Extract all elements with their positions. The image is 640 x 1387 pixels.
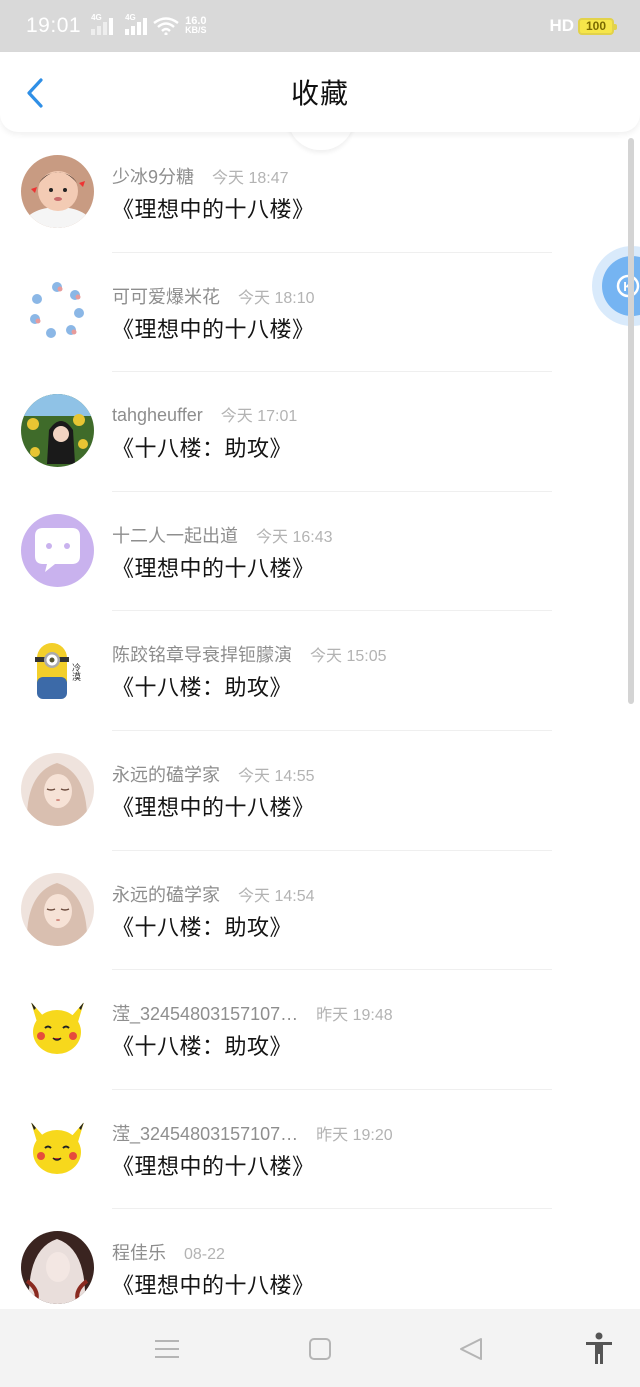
avatar[interactable]: 冷漠	[21, 633, 94, 707]
status-time: 19:01	[26, 14, 82, 37]
list-item[interactable]: 滢_32454803157107… 昨天 19:20 《理想中的十八楼》	[0, 1090, 640, 1210]
back-icon	[460, 1338, 482, 1360]
baby-photo-avatar	[21, 155, 94, 228]
status-right: HD 100	[549, 16, 617, 36]
pikachu-avatar	[21, 1111, 94, 1185]
list-item[interactable]: 少冰9分糖 今天 18:47 《理想中的十八楼》	[0, 133, 640, 253]
item-author: 滢_32454803157107…	[112, 1123, 299, 1144]
avatar[interactable]	[21, 155, 94, 228]
item-author: 程佳乐	[112, 1243, 166, 1264]
item-time: 08-22	[184, 1246, 225, 1264]
avatar[interactable]	[21, 1111, 94, 1185]
list-item[interactable]: 十二人一起出道 今天 16:43 《理想中的十八楼》	[0, 492, 640, 612]
avatar[interactable]	[21, 513, 94, 587]
item-title[interactable]: 《理想中的十八楼》	[112, 790, 315, 822]
battery-icon: 100	[578, 17, 617, 35]
chevron-left-icon	[27, 78, 43, 108]
item-title[interactable]: 《理想中的十八楼》	[112, 1268, 315, 1300]
minion-avatar: 冷漠	[21, 633, 94, 707]
item-title[interactable]: 《理想中的十八楼》	[112, 1149, 315, 1181]
avatar[interactable]	[21, 394, 94, 468]
hd-indicator: HD	[549, 16, 574, 35]
item-title[interactable]: 《理想中的十八楼》	[112, 551, 315, 583]
nav-back-button[interactable]	[453, 1331, 489, 1367]
list-item[interactable]: tahgheuffer 今天 17:01 《十八楼：助攻》	[0, 372, 640, 492]
status-icons: 4G 4G 16.0 KB/S	[91, 13, 207, 35]
item-author: 少冰9分糖	[112, 167, 195, 187]
list-item[interactable]: 滢_32454803157107… 昨天 19:48 《十八楼：助攻》	[0, 970, 640, 1090]
scrollbar[interactable]	[628, 138, 634, 704]
wifi-icon	[153, 17, 179, 35]
signal-icon: 4G	[91, 13, 114, 35]
avatar[interactable]	[21, 752, 94, 826]
status-bar: 19:01 4G 4G 16.0 KB/S HD 100	[0, 0, 640, 52]
item-time: 今天 18:47	[212, 170, 289, 187]
cartoon-ring-avatar	[21, 274, 94, 348]
item-author: 十二人一起出道	[112, 525, 238, 546]
item-title[interactable]: 《十八楼：助攻》	[112, 670, 292, 702]
item-time: 今天 14:55	[238, 767, 315, 785]
signal-icon-2: 4G	[125, 13, 148, 35]
item-author: 陈跤铭章导衰捍钷朦演	[112, 645, 292, 666]
item-title[interactable]: 《十八楼：助攻》	[112, 910, 292, 942]
item-time: 今天 15:05	[310, 648, 387, 666]
item-author: 滢_32454803157107…	[112, 1004, 299, 1025]
home-icon	[309, 1338, 331, 1360]
network-speed: 16.0 KB/S	[185, 15, 207, 35]
avatar[interactable]	[21, 274, 94, 348]
item-title[interactable]: 《理想中的十八楼》	[112, 192, 315, 224]
list-item[interactable]: 永远的磕学家 今天 14:54 《十八楼：助攻》	[0, 851, 640, 971]
list-item[interactable]: 冷漠 陈跤铭章导衰捍钷朦演 今天 15:05 《十八楼：助攻》	[0, 611, 640, 731]
menu-button[interactable]	[149, 1331, 185, 1367]
avatar[interactable]	[21, 872, 94, 946]
floating-assistant-icon: K	[602, 256, 640, 316]
item-author: 可可爱爆米花	[112, 286, 220, 307]
item-author: 永远的磕学家	[112, 764, 220, 785]
accessibility-icon	[586, 1332, 612, 1364]
list-item[interactable]: 可可爱爆米花 今天 18:10 《理想中的十八楼》	[0, 253, 640, 373]
favorites-list: 少冰9分糖 今天 18:47 《理想中的十八楼》 可可爱爆米花 今天 18:10 《…	[0, 133, 640, 1329]
item-author: tahgheuffer	[112, 405, 203, 426]
item-title[interactable]: 《十八楼：助攻》	[112, 431, 292, 463]
avatar-caption: 冷漠	[70, 662, 81, 682]
item-time: 今天 16:43	[256, 528, 333, 546]
anime-girl-avatar	[21, 752, 94, 826]
navigation-bar	[0, 1309, 640, 1387]
home-button[interactable]	[302, 1331, 338, 1367]
accessibility-button[interactable]	[581, 1331, 617, 1367]
item-title[interactable]: 《理想中的十八楼》	[112, 312, 315, 344]
item-author: 永远的磕学家	[112, 884, 220, 905]
back-button[interactable]	[18, 76, 52, 110]
menu-icon	[155, 1340, 179, 1358]
dark-anime-avatar	[21, 1231, 94, 1305]
page-title: 收藏	[290, 78, 349, 109]
item-time: 今天 17:01	[220, 408, 298, 426]
header: 收藏	[0, 52, 640, 132]
avatar[interactable]	[21, 992, 94, 1066]
list-item[interactable]: 永远的磕学家 今天 14:55 《理想中的十八楼》	[0, 731, 640, 851]
item-time: 今天 18:10	[238, 289, 315, 307]
item-time: 昨天 19:48	[316, 1007, 393, 1025]
item-title[interactable]: 《十八楼：助攻》	[112, 1029, 292, 1061]
chat-bubble-avatar	[21, 513, 94, 587]
anime-girl-avatar	[21, 872, 94, 946]
pikachu-avatar	[21, 992, 94, 1066]
item-time: 今天 14:54	[238, 887, 315, 905]
avatar[interactable]	[21, 1231, 94, 1305]
item-time: 昨天 19:20	[316, 1126, 393, 1144]
girl-sunflowers-avatar	[21, 394, 94, 468]
